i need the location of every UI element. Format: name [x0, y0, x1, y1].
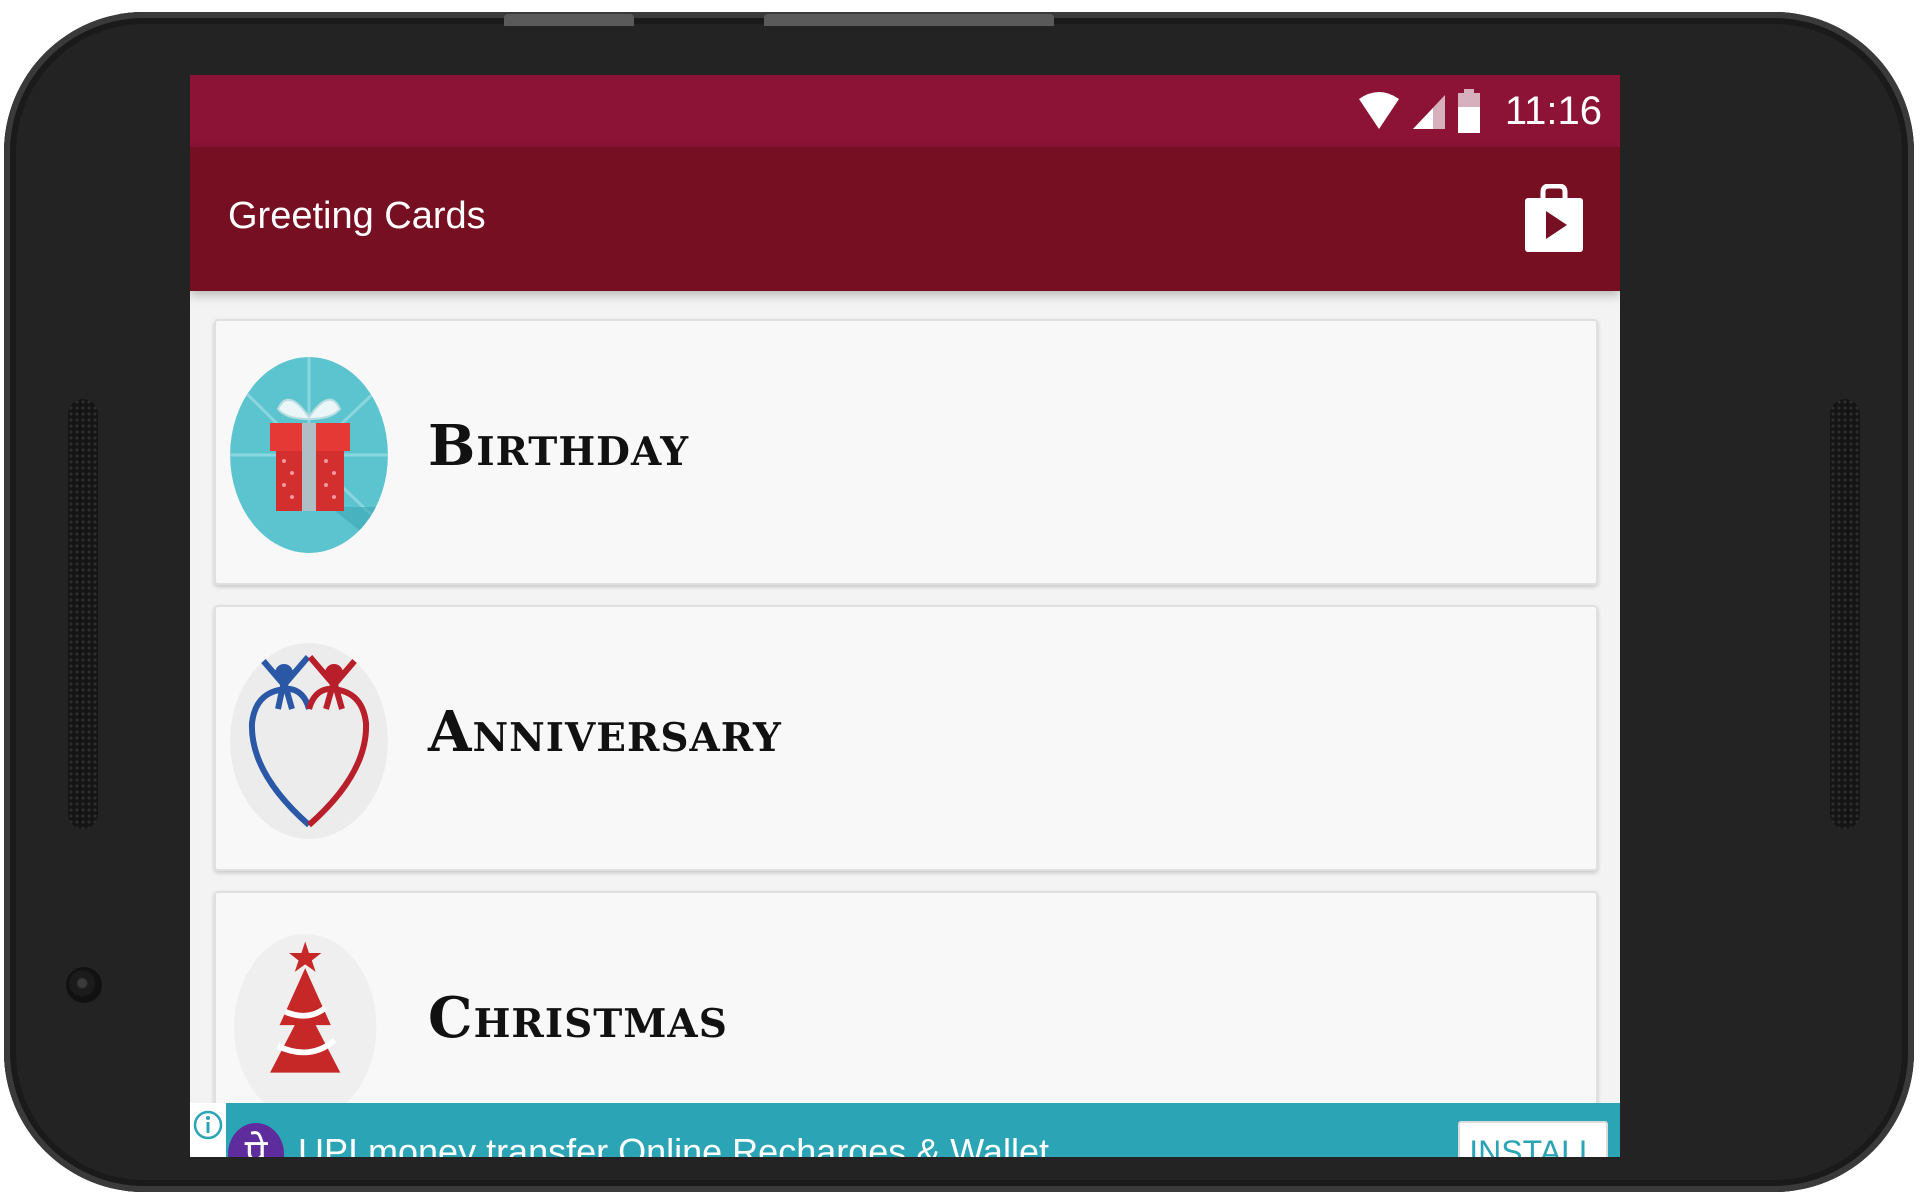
cell-signal-icon: [1412, 95, 1445, 129]
christmas-tree-icon: [234, 933, 377, 1103]
ad-banner[interactable]: पे UPI money transfer Online Recharges &…: [190, 1103, 1620, 1157]
phone-frame: 11:16 Greeting Cards Birthday Anniversar…: [4, 12, 1914, 1192]
category-label-anniversary: Anniversary: [428, 699, 782, 765]
status-bar: 11:16: [190, 75, 1620, 147]
category-card-anniversary[interactable]: Anniversary: [214, 605, 1598, 871]
speaker-grille-left: [68, 399, 98, 829]
gift-box-icon: [230, 357, 388, 553]
couple-heart-icon: [230, 643, 388, 839]
phonepe-logo: पे: [228, 1123, 284, 1157]
category-card-christmas[interactable]: Christmas: [214, 891, 1598, 1103]
app-title: Greeting Cards: [228, 195, 486, 237]
category-label-christmas: Christmas: [428, 985, 728, 1051]
power-button: [764, 14, 1054, 26]
volume-button: [504, 14, 634, 26]
install-button[interactable]: INSTALL: [1458, 1121, 1608, 1157]
status-time: 11:16: [1504, 88, 1602, 133]
screen: 11:16 Greeting Cards Birthday Anniversar…: [190, 75, 1620, 1157]
front-camera: [66, 967, 102, 1003]
ad-text: UPI money transfer Online Recharges & Wa…: [298, 1131, 1049, 1157]
category-label-birthday: Birthday: [428, 413, 690, 479]
speaker-grille-right: [1830, 399, 1860, 829]
app-bar: Greeting Cards: [190, 147, 1620, 291]
category-list: Birthday Anniversary Christmas: [190, 291, 1620, 1103]
category-card-birthday[interactable]: Birthday: [214, 319, 1598, 585]
ad-controls: [190, 1103, 226, 1157]
info-icon[interactable]: [192, 1109, 224, 1141]
wifi-icon: [1358, 92, 1399, 129]
play-store-icon[interactable]: [1523, 184, 1585, 254]
battery-icon: [1457, 89, 1480, 133]
